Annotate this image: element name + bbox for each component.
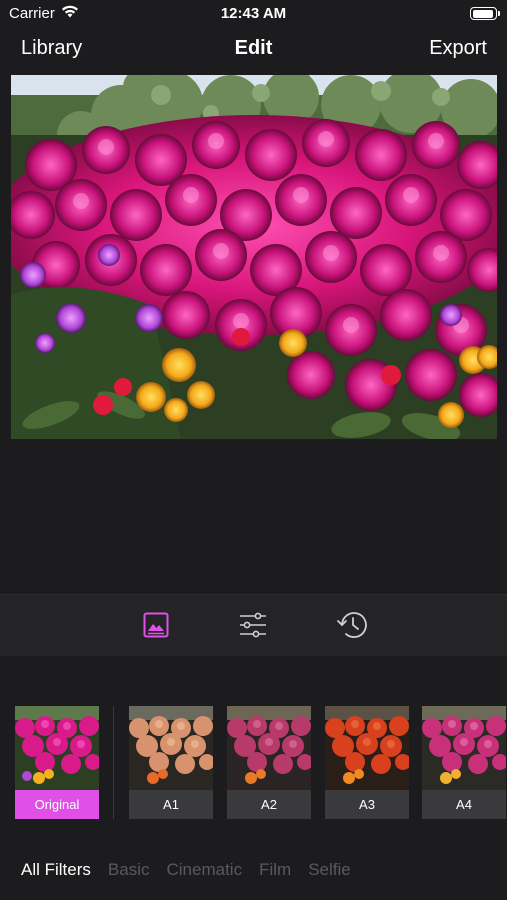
edit-toolbar — [0, 594, 507, 656]
filter-thumb-image — [422, 706, 506, 790]
filter-thumb-original[interactable]: Original — [15, 706, 99, 819]
adjust-sliders-icon — [240, 612, 266, 638]
thumb-divider — [113, 706, 114, 819]
battery-icon — [470, 7, 500, 20]
filter-thumb-image — [15, 706, 99, 790]
filter-thumb-a2[interactable]: A2 — [227, 706, 311, 819]
category-cinematic[interactable]: Cinematic — [166, 860, 242, 880]
filter-label: A3 — [325, 790, 409, 819]
filter-thumb-a1[interactable]: A1 — [129, 706, 213, 819]
filter-thumb-image — [325, 706, 409, 790]
filter-thumb-a3[interactable]: A3 — [325, 706, 409, 819]
category-selfie[interactable]: Selfie — [308, 860, 351, 880]
filter-thumb-image — [227, 706, 311, 790]
category-all-filters[interactable]: All Filters — [21, 860, 91, 880]
photo-filter-icon — [143, 612, 169, 638]
filter-thumb-image — [129, 706, 213, 790]
adjust-tool-button[interactable] — [237, 609, 269, 641]
filter-thumb-a4[interactable]: A4 — [422, 706, 506, 819]
status-bar: Carrier 12:43 AM — [0, 0, 507, 28]
filter-label: A1 — [129, 790, 213, 819]
history-tool-button[interactable] — [336, 609, 368, 641]
export-button[interactable]: Export — [429, 37, 487, 60]
nav-bar: Library Edit Export — [0, 30, 507, 68]
photo-preview[interactable] — [11, 75, 497, 439]
filter-categories: All Filters Basic Cinematic Film Selfie — [21, 860, 351, 880]
filter-label: A4 — [422, 790, 506, 819]
filter-label: A2 — [227, 790, 311, 819]
history-icon — [337, 612, 367, 638]
status-time: 12:43 AM — [220, 5, 287, 22]
photo-image — [11, 75, 497, 439]
category-basic[interactable]: Basic — [108, 860, 150, 880]
filter-thumbnails: Original A1 A2 A3 A4 — [0, 706, 507, 820]
filters-tool-button[interactable] — [140, 609, 172, 641]
filter-label: Original — [15, 790, 99, 819]
category-film[interactable]: Film — [259, 860, 291, 880]
